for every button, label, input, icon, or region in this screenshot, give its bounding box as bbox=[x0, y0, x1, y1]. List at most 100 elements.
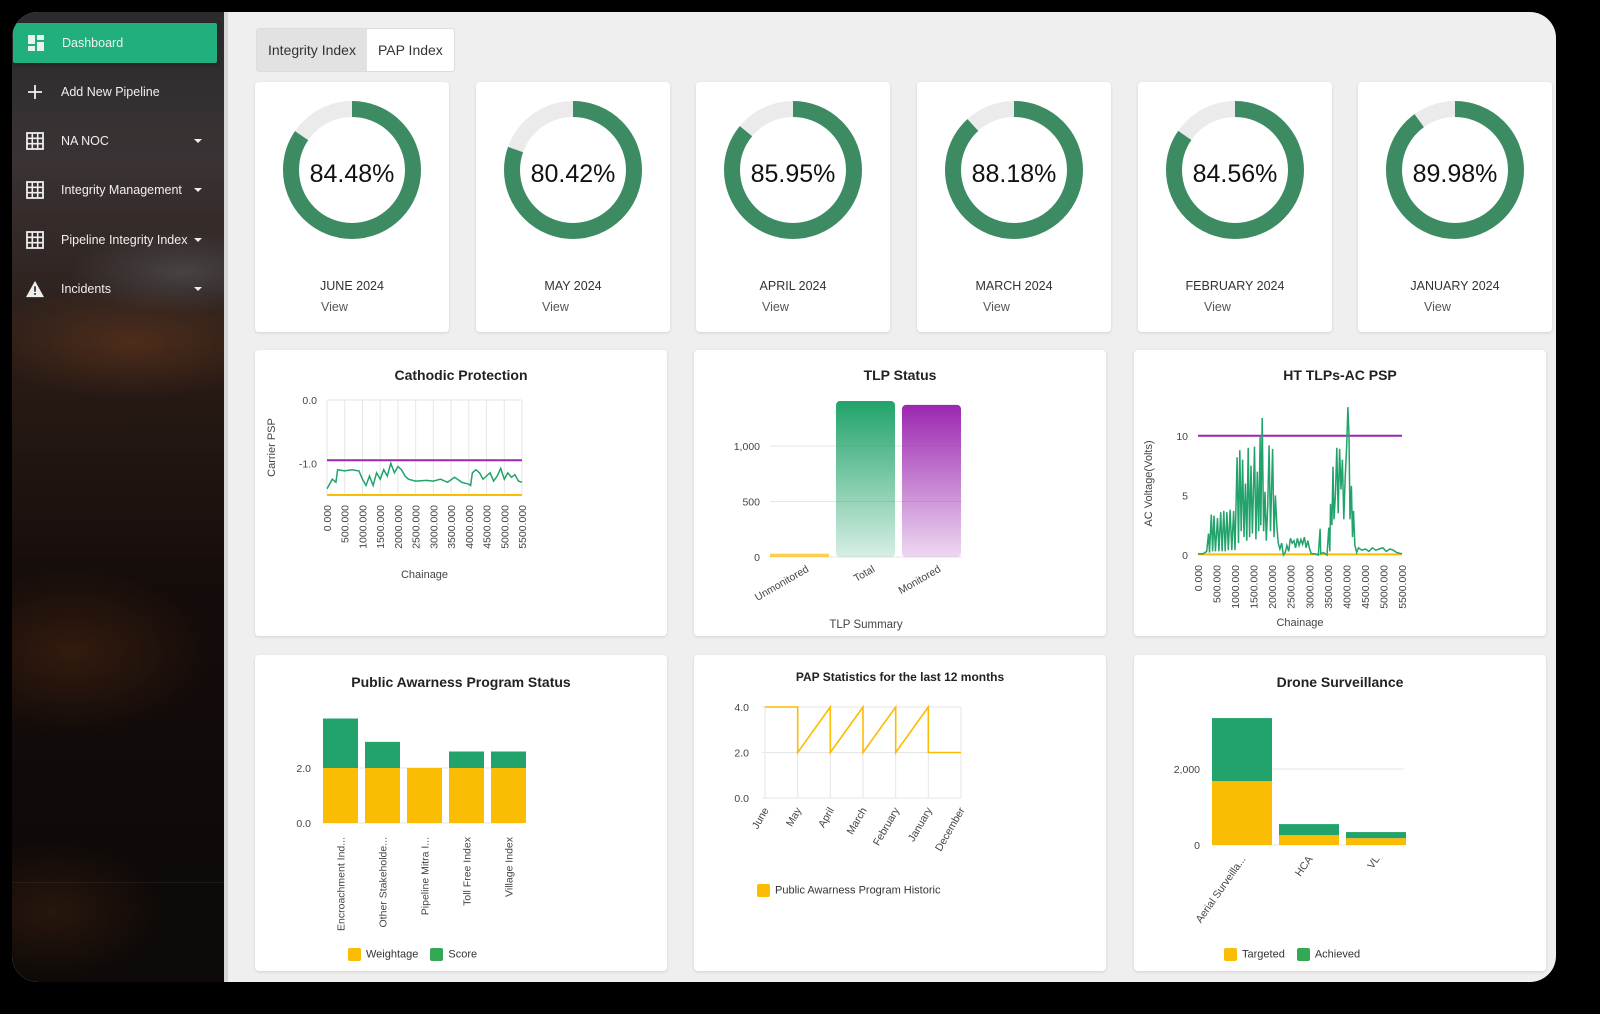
x-tick-label: 2000.000 bbox=[393, 505, 405, 549]
legend-swatch bbox=[1296, 948, 1310, 961]
sidebar-item-label: Add New Pipeline bbox=[61, 85, 160, 99]
sidebar-item-pipeline-integrity-index[interactable]: Pipeline Integrity Index bbox=[12, 220, 216, 260]
x-tick-label: Unmonitored bbox=[753, 563, 811, 604]
sidebar-item-label: Dashboard bbox=[62, 36, 124, 50]
chevron-down-icon bbox=[194, 188, 202, 192]
bar-segment bbox=[491, 768, 526, 823]
bar-segment bbox=[1212, 718, 1272, 782]
x-tick-label: HCA bbox=[1293, 854, 1316, 879]
x-tick-label: June bbox=[750, 805, 772, 831]
bar-segment bbox=[407, 768, 442, 823]
legend-item[interactable]: Score bbox=[430, 948, 477, 961]
legend-label: Achieved bbox=[1314, 948, 1361, 961]
x-tick-label: Pipeline Mitra I... bbox=[420, 837, 432, 915]
x-tick-label: 4500.000 bbox=[482, 505, 494, 549]
main-content: Integrity Index PAP Index 84.48% JUNE 202… bbox=[232, 12, 1556, 982]
kpi-month: FEBRUARY 2024 bbox=[1185, 279, 1285, 293]
x-tick-label: Other Stakeholde... bbox=[378, 837, 390, 927]
x-axis-label: TLP Summary bbox=[829, 619, 903, 631]
x-tick-label: December bbox=[933, 805, 968, 853]
x-tick-label: 2500.000 bbox=[411, 505, 423, 549]
bar-segment bbox=[1212, 781, 1272, 845]
y-tick-label: 2.0 bbox=[734, 748, 749, 760]
kpi-percent: 80.42% bbox=[530, 160, 616, 188]
x-tick-label: April bbox=[816, 806, 837, 830]
sidebar-item-label: NA NOC bbox=[61, 134, 109, 148]
legend-label: Targeted bbox=[1242, 948, 1285, 961]
plus-icon bbox=[26, 83, 44, 101]
bar-segment bbox=[449, 768, 484, 823]
x-tick-label: 2500.000 bbox=[1286, 565, 1298, 609]
bar-segment bbox=[1346, 838, 1406, 845]
series-line bbox=[1198, 407, 1403, 557]
kpi-percent: 89.98% bbox=[1412, 160, 1498, 188]
sidebar-item-label: Integrity Management bbox=[61, 183, 182, 197]
y-tick-label: 0.0 bbox=[734, 793, 749, 805]
chevron-down-icon bbox=[194, 139, 202, 143]
tlp-status-chart: 0 500 1,000 Unmonitored Total Monitored TLP Su… bbox=[734, 401, 962, 631]
sidebar-item-add-new-pipeline[interactable]: Add New Pipeline bbox=[12, 72, 216, 112]
tlp-status-card: TLP Status 0 500 1,000 Unmonitored Total Moni… bbox=[694, 350, 1106, 636]
view-link[interactable]: View bbox=[983, 300, 1010, 314]
dashboard-icon bbox=[27, 34, 45, 52]
x-tick-label: 4500.000 bbox=[1360, 565, 1372, 609]
x-tick-label: 5500.000 bbox=[1397, 565, 1409, 609]
bar-segment bbox=[1279, 824, 1339, 836]
x-axis-label: Chainage bbox=[1276, 617, 1323, 629]
tab-pap-index[interactable]: PAP Index bbox=[367, 29, 454, 71]
legend-item[interactable]: Public Awarness Program Historic bbox=[757, 884, 940, 897]
x-tick-label: 3500.000 bbox=[446, 505, 458, 549]
x-tick-label: 4000.000 bbox=[464, 505, 476, 549]
x-tick-label: March bbox=[845, 805, 870, 836]
legend-item[interactable]: Weightage bbox=[348, 948, 418, 961]
series-line bbox=[326, 460, 523, 490]
x-tick-label: January bbox=[906, 805, 935, 844]
bar-segment bbox=[365, 768, 400, 823]
view-link[interactable]: View bbox=[1424, 300, 1451, 314]
y-axis-label: AC Voltage(Volts) bbox=[1143, 440, 1155, 526]
y-tick-label: 5 bbox=[1182, 490, 1188, 502]
x-tick-label: 0.000 bbox=[1193, 565, 1205, 591]
x-tick-label: 3500.000 bbox=[1323, 565, 1335, 609]
kpi-percent: 88.18% bbox=[971, 160, 1057, 188]
sidebar-item-integrity-management[interactable]: Integrity Management bbox=[12, 170, 216, 210]
kpi-card: 84.48% JUNE 2024 View bbox=[255, 82, 449, 332]
x-tick-label: 5500.000 bbox=[517, 505, 529, 549]
drone-surveillance-chart: 0 2,000 Aerial Surveilla... HCA VL bbox=[1174, 718, 1406, 925]
bar bbox=[902, 404, 961, 557]
legend-item[interactable]: Achieved bbox=[1296, 948, 1361, 961]
bar-segment bbox=[1346, 832, 1406, 839]
sidebar-item-na-noc[interactable]: NA NOC bbox=[12, 121, 216, 161]
bar-segment bbox=[1279, 835, 1339, 845]
warning-icon bbox=[26, 280, 44, 298]
y-tick-label: 2.0 bbox=[296, 763, 311, 775]
chevron-down-icon bbox=[194, 287, 202, 291]
x-tick-label: 1000.000 bbox=[357, 505, 369, 549]
sidebar-item-dashboard[interactable]: Dashboard bbox=[13, 23, 217, 63]
view-link[interactable]: View bbox=[762, 300, 789, 314]
view-link[interactable]: View bbox=[321, 300, 348, 314]
view-link[interactable]: View bbox=[542, 300, 569, 314]
x-tick-label: 1500.000 bbox=[1249, 565, 1261, 609]
y-tick-label: 2,000 bbox=[1174, 764, 1200, 776]
y-tick-label: -1.0 bbox=[299, 458, 317, 470]
sidebar-item-incidents[interactable]: Incidents bbox=[12, 269, 216, 309]
kpi-card: 89.98% JANUARY 2024 View bbox=[1358, 82, 1552, 332]
legend-label: Public Awarness Program Historic bbox=[775, 884, 941, 897]
chart-legend: Public Awarness Program Historic bbox=[757, 884, 940, 897]
x-tick-label: Toll Free Index bbox=[462, 836, 474, 906]
bar bbox=[770, 553, 829, 557]
view-link[interactable]: View bbox=[1204, 300, 1231, 314]
cathodic-protection-chart: 0.0 -1.0 0.000 500.000 1000.000 1500.000 2000.… bbox=[266, 395, 529, 581]
kpi-card: 80.42% MAY 2024 View bbox=[476, 82, 670, 332]
y-axis-label: Carrier PSP bbox=[266, 418, 278, 477]
kpi-card: 84.56% FEBRUARY 2024 View bbox=[1138, 82, 1332, 332]
kpi-month: JUNE 2024 bbox=[320, 279, 384, 293]
x-tick-label: May bbox=[784, 805, 805, 829]
legend-item[interactable]: Targeted bbox=[1224, 948, 1285, 961]
grid-icon bbox=[26, 132, 44, 150]
x-tick-label: Encroachment Ind... bbox=[336, 837, 348, 931]
kpi-month: JANUARY 2024 bbox=[1410, 279, 1500, 293]
tab-integrity-index[interactable]: Integrity Index bbox=[257, 29, 367, 71]
x-tick-label: 1000.000 bbox=[1230, 565, 1242, 609]
